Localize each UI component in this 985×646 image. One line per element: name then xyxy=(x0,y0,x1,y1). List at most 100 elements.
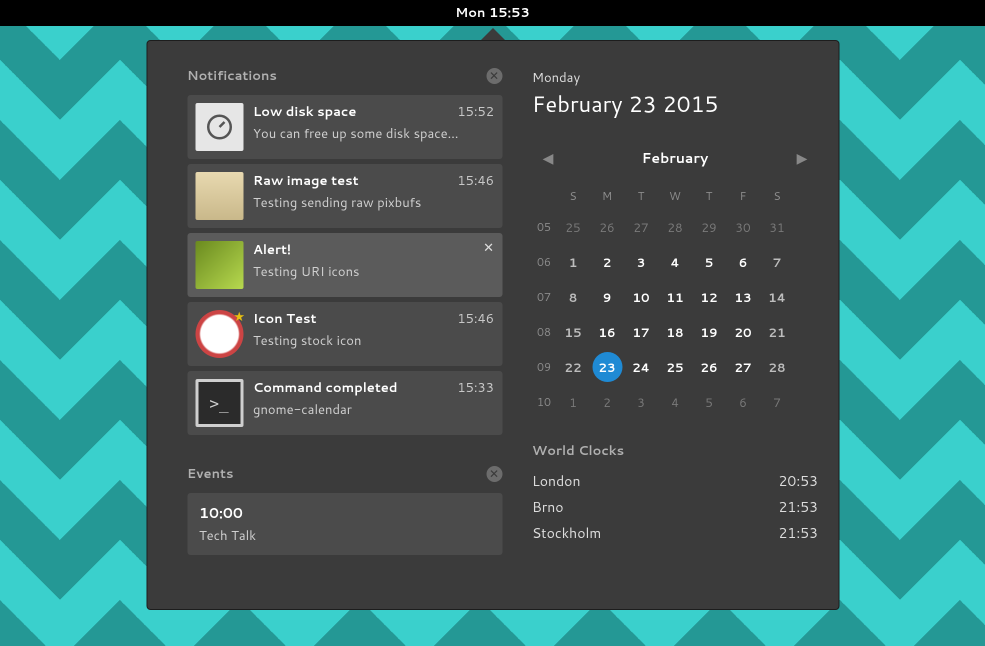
calendar-day[interactable]: 25 xyxy=(658,350,692,385)
calendar-dow: M xyxy=(590,182,624,210)
calendar-day[interactable]: 24 xyxy=(624,350,658,385)
calendar-day[interactable]: 1 xyxy=(556,385,590,420)
notification-item[interactable]: Alert! Testing URI icons ✕ xyxy=(187,233,502,297)
disk-icon xyxy=(195,103,243,151)
world-clocks-list: London20:53 Brno 21:53 Stockholm 21:53 xyxy=(532,468,818,546)
calendar-day[interactable]: 2 xyxy=(590,245,624,280)
calendar-week-number: 09 xyxy=(532,350,556,385)
events-section: Events 10:00 Tech Talk xyxy=(187,463,502,555)
notifications-title: Notifications xyxy=(187,67,277,85)
notifications-list: Low disk space 15:52 You can free up som… xyxy=(187,95,502,435)
day-name: Monday xyxy=(532,69,818,87)
calendar-day[interactable]: 3 xyxy=(624,385,658,420)
calendar-day[interactable]: 10 xyxy=(624,280,658,315)
full-date: February 23 2015 xyxy=(532,89,818,120)
world-clock-city: Brno xyxy=(532,497,564,517)
notification-time: 15:46 xyxy=(457,310,494,328)
notification-item[interactable]: Low disk space 15:52 You can free up som… xyxy=(187,95,502,159)
calendar-dow: F xyxy=(726,182,760,210)
calendar-dow: W xyxy=(658,182,692,210)
calendar-day[interactable]: 22 xyxy=(556,350,590,385)
world-clock-time: 21:53 xyxy=(779,497,818,517)
calendar-dow: T xyxy=(692,182,726,210)
calendar-day[interactable]: 5 xyxy=(692,245,726,280)
world-clock-row: London20:53 xyxy=(532,468,818,494)
notification-item[interactable]: Icon Test 15:46 Testing stock icon xyxy=(187,302,502,366)
calendar-day[interactable]: 21 xyxy=(760,315,794,350)
clear-events-button[interactable] xyxy=(486,466,502,482)
calendar-grid: SMTWTFS052526272829303106123456707891011… xyxy=(532,182,818,420)
calendar-day[interactable]: 29 xyxy=(692,210,726,245)
calendar-week-number: 06 xyxy=(532,245,556,280)
notification-title: Low disk space xyxy=(253,103,356,121)
notification-description: Testing URI icons xyxy=(253,263,494,281)
notification-time: 15:33 xyxy=(457,379,494,397)
event-title: Tech Talk xyxy=(199,527,490,545)
notification-item[interactable]: Raw image test 15:46 Testing sending raw… xyxy=(187,164,502,228)
world-clock-time: 21:53 xyxy=(779,523,818,543)
notification-title: Command completed xyxy=(253,379,397,397)
next-month-button[interactable]: ▶ xyxy=(794,148,810,168)
event-item[interactable]: 10:00 Tech Talk xyxy=(187,493,502,555)
notification-description: Testing stock icon xyxy=(253,332,494,350)
calendar-day[interactable]: 16 xyxy=(590,315,624,350)
calendar-week-number: 05 xyxy=(532,210,556,245)
calendar-week-number: 10 xyxy=(532,385,556,420)
calendar-day[interactable]: 26 xyxy=(692,350,726,385)
calendar-day[interactable]: 7 xyxy=(760,245,794,280)
topbar-clock[interactable]: Mon 15:53 xyxy=(455,4,530,22)
event-time: 10:00 xyxy=(199,503,490,523)
terminal-icon: >_ xyxy=(195,379,243,427)
notification-title: Raw image test xyxy=(253,172,359,190)
left-column: Notifications Low disk space 15:52 You c… xyxy=(187,65,502,585)
notification-time: 15:46 xyxy=(457,172,494,190)
notification-item[interactable]: >_ Command completed 15:33 gnome-calenda… xyxy=(187,371,502,435)
calendar-day[interactable]: 19 xyxy=(692,315,726,350)
notification-description: gnome-calendar xyxy=(253,401,494,419)
calendar-day[interactable]: 18 xyxy=(658,315,692,350)
calendar-day[interactable]: 9 xyxy=(590,280,624,315)
world-clocks-section[interactable]: World Clocks London20:53Brno21:53Stockho… xyxy=(532,442,818,546)
calendar-day[interactable]: 4 xyxy=(658,385,692,420)
calendar-day[interactable]: 6 xyxy=(726,385,760,420)
notification-description: You can free up some disk space… xyxy=(253,125,494,143)
clear-notifications-button[interactable] xyxy=(486,68,502,84)
calendar-day[interactable]: 15 xyxy=(556,315,590,350)
notification-description: Testing sending raw pixbufs xyxy=(253,194,494,212)
world-clocks-title: World Clocks xyxy=(532,442,818,460)
calendar-month-label: February xyxy=(642,148,708,168)
calendar-day[interactable]: 13 xyxy=(726,280,760,315)
calendar-day[interactable]: 26 xyxy=(590,210,624,245)
calendar-day[interactable]: 3 xyxy=(624,245,658,280)
calendar-day[interactable]: 8 xyxy=(556,280,590,315)
events-title: Events xyxy=(187,465,233,483)
calendar-day[interactable]: 31 xyxy=(760,210,794,245)
calendar-day[interactable]: 27 xyxy=(726,350,760,385)
datetime-popup: Notifications Low disk space 15:52 You c… xyxy=(146,40,839,610)
calendar-day[interactable]: 11 xyxy=(658,280,692,315)
world-clock-row: Stockholm 21:53 xyxy=(532,520,818,546)
calendar-week-number: 07 xyxy=(532,280,556,315)
calendar-day[interactable]: 25 xyxy=(556,210,590,245)
calendar-day[interactable]: 1 xyxy=(556,245,590,280)
calendar-day-today[interactable]: 23 xyxy=(592,352,622,382)
notifications-header: Notifications xyxy=(187,65,502,95)
calendar-day[interactable]: 4 xyxy=(658,245,692,280)
prev-month-button[interactable]: ◀ xyxy=(540,148,556,168)
calendar-day[interactable]: 7 xyxy=(760,385,794,420)
clock-icon xyxy=(195,310,243,358)
calendar-day[interactable]: 30 xyxy=(726,210,760,245)
calendar-day[interactable]: 28 xyxy=(760,350,794,385)
calendar-day[interactable]: 28 xyxy=(658,210,692,245)
calendar-day[interactable]: 20 xyxy=(726,315,760,350)
calendar-day[interactable]: 5 xyxy=(692,385,726,420)
world-clock-city: Stockholm xyxy=(532,523,601,543)
calendar-day[interactable]: 17 xyxy=(624,315,658,350)
close-notification-button[interactable]: ✕ xyxy=(483,239,494,257)
calendar-day[interactable]: 27 xyxy=(624,210,658,245)
calendar-day[interactable]: 12 xyxy=(692,280,726,315)
calendar-day[interactable]: 14 xyxy=(760,280,794,315)
leaf-icon xyxy=(195,241,243,289)
calendar-day[interactable]: 2 xyxy=(590,385,624,420)
calendar-day[interactable]: 6 xyxy=(726,245,760,280)
